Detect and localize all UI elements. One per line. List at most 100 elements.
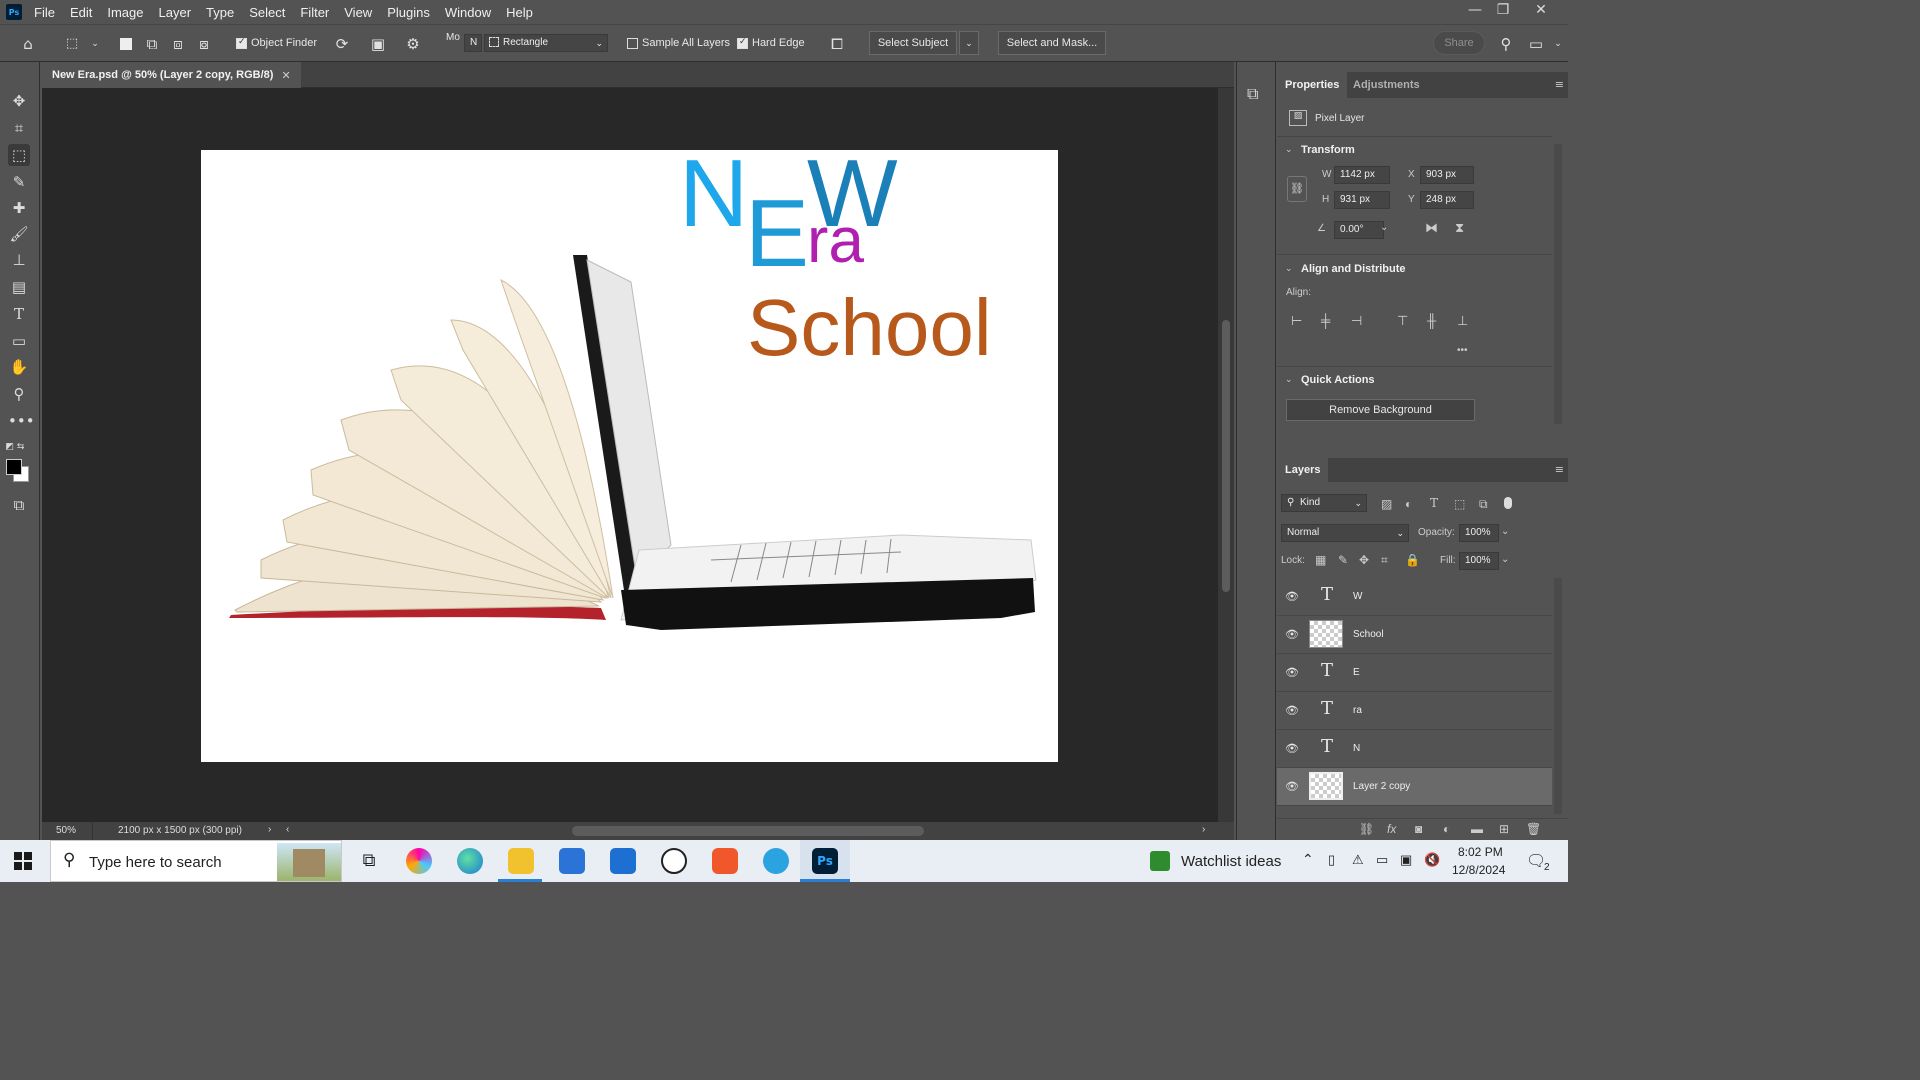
layer-row[interactable]: 👁 T ra — [1277, 692, 1552, 730]
type-tool-icon[interactable]: T — [8, 303, 30, 325]
y-field[interactable]: 248 px — [1420, 191, 1474, 209]
tab-properties[interactable]: Properties — [1277, 72, 1348, 98]
height-field[interactable]: 931 px — [1334, 191, 1390, 209]
move-tool-icon[interactable]: ✥ — [8, 90, 30, 112]
restore-button[interactable]: ❐ — [1488, 2, 1518, 22]
file-explorer-icon[interactable] — [508, 848, 534, 874]
visibility-eye-icon[interactable]: 👁 — [1285, 704, 1299, 718]
transform-header[interactable]: Transform — [1301, 144, 1355, 156]
layer-row[interactable]: 👁 T E — [1277, 654, 1552, 692]
sample-all-layers-checkbox[interactable] — [627, 38, 638, 49]
brave-icon[interactable] — [712, 848, 738, 874]
layer-row[interactable]: 👁 T N — [1277, 730, 1552, 768]
panel-menu-icon[interactable]: ≡ — [1555, 463, 1564, 476]
remove-background-button[interactable]: Remove Background — [1286, 399, 1475, 421]
menu-layer[interactable]: Layer — [159, 5, 192, 20]
filter-adjustment-icon[interactable]: ◐ — [1405, 497, 1412, 511]
network-icon[interactable]: ▣ — [1400, 852, 1412, 868]
microsoft-store-icon[interactable] — [559, 848, 585, 874]
panel-menu-icon[interactable]: ≡ — [1555, 78, 1564, 91]
blend-mode-dropdown[interactable]: Normal ⌄ — [1281, 524, 1409, 542]
intersect-selection-icon[interactable]: ⧇ — [194, 34, 214, 54]
flip-vertical-icon[interactable]: ⧗ — [1455, 220, 1464, 236]
lock-position-icon[interactable]: ✥ — [1359, 553, 1369, 567]
adjustment-layer-icon[interactable]: ◐ — [1443, 822, 1450, 836]
select-subject-options-icon[interactable]: ⧠ — [827, 34, 847, 54]
filter-pixel-icon[interactable]: ▨ — [1381, 497, 1392, 511]
layer-row[interactable]: 👁 T W — [1277, 578, 1552, 616]
chevron-down-icon[interactable]: ⌄ — [1380, 222, 1388, 233]
link-layers-icon[interactable]: ⛓ — [1359, 822, 1374, 836]
align-vertical-center-icon[interactable]: ╫ — [1427, 313, 1436, 328]
menu-filter[interactable]: Filter — [300, 5, 329, 20]
home-icon[interactable]: ⌂ — [18, 34, 38, 54]
layer-row-selected[interactable]: 👁 Layer 2 copy — [1277, 768, 1552, 806]
lock-image-icon[interactable]: ✎ — [1338, 553, 1348, 567]
filter-type-icon[interactable]: T — [1430, 496, 1438, 510]
hand-tool-icon[interactable]: ✋ — [8, 356, 30, 378]
width-field[interactable]: 1142 px — [1334, 166, 1390, 184]
object-selection-tool-icon[interactable]: ⬚ — [8, 144, 30, 166]
scroll-left-icon[interactable]: ‹ — [286, 824, 289, 835]
more-options-icon[interactable]: ••• — [1457, 345, 1468, 356]
dell-icon[interactable] — [661, 848, 687, 874]
telegram-icon[interactable] — [763, 848, 789, 874]
chevron-down-icon[interactable]: ⌄ — [1548, 34, 1568, 54]
minimize-button[interactable]: — — [1460, 2, 1490, 22]
vertical-scrollbar[interactable] — [1218, 88, 1234, 822]
subtract-from-selection-icon[interactable]: ⧈ — [168, 34, 188, 54]
edge-icon[interactable] — [457, 848, 483, 874]
flip-horizontal-icon[interactable]: ⧓ — [1425, 220, 1438, 236]
filter-shape-icon[interactable]: ⬚ — [1454, 497, 1465, 511]
document-canvas[interactable]: N E W ra School — [201, 150, 1058, 762]
menu-help[interactable]: Help — [506, 5, 533, 20]
object-finder-checkbox[interactable] — [236, 37, 247, 49]
document-tab[interactable]: New Era.psd @ 50% (Layer 2 copy, RGB/8) … — [42, 62, 301, 88]
selection-shape-dropdown[interactable]: Rectangle ⌄ — [484, 34, 608, 52]
visibility-eye-icon[interactable]: 👁 — [1285, 628, 1299, 642]
chevron-down-icon[interactable]: ⌄ — [85, 34, 105, 54]
chevron-down-icon[interactable]: ⌄ — [1285, 145, 1293, 155]
watchlist-label[interactable]: Watchlist ideas — [1181, 853, 1281, 870]
menu-view[interactable]: View — [344, 5, 372, 20]
visibility-eye-icon[interactable]: 👁 — [1285, 742, 1299, 756]
angle-field[interactable]: 0.00° — [1334, 221, 1384, 239]
rectangle-tool-icon[interactable]: ▭ — [8, 330, 30, 352]
layer-row[interactable]: 👁 School — [1277, 616, 1552, 654]
opacity-field[interactable]: 100% — [1459, 524, 1499, 542]
menu-window[interactable]: Window — [445, 5, 491, 20]
screen-mode-icon[interactable]: ⧉ — [8, 494, 30, 516]
filter-smart-object-icon[interactable]: ⧉ — [1479, 497, 1488, 512]
scroll-right-icon[interactable]: › — [1202, 824, 1205, 835]
chevron-up-icon[interactable]: ⌃ — [1302, 851, 1314, 868]
tab-adjustments[interactable]: Adjustments — [1345, 72, 1428, 98]
healing-brush-tool-icon[interactable]: ✚ — [8, 197, 30, 219]
menu-plugins[interactable]: Plugins — [387, 5, 430, 20]
foreground-color-swatch[interactable] — [6, 459, 22, 475]
properties-scrollbar[interactable] — [1554, 144, 1562, 424]
task-view-icon[interactable]: ⧉ — [356, 848, 382, 874]
history-panel-icon[interactable]: ⧉ — [1247, 84, 1258, 104]
clock-time[interactable]: 8:02 PM — [1458, 845, 1503, 859]
select-subject-dropdown[interactable]: ⌄ — [959, 31, 979, 55]
device-icon[interactable]: ▯ — [1328, 852, 1335, 868]
menu-edit[interactable]: Edit — [70, 5, 92, 20]
align-top-icon[interactable]: ⊤ — [1397, 313, 1408, 329]
visibility-eye-icon[interactable]: 👁 — [1285, 666, 1299, 680]
eyedropper-tool-icon[interactable]: ✎ — [8, 171, 30, 193]
object-selection-tool-preset-icon[interactable]: ⬚ — [62, 34, 82, 54]
default-colors-icon[interactable]: ◩ ⇆ — [4, 436, 26, 458]
copilot-icon[interactable] — [406, 848, 432, 874]
crop-tool-icon[interactable]: ⌗ — [8, 117, 30, 139]
horizontal-scroll-thumb[interactable] — [572, 826, 924, 836]
select-and-mask-button[interactable]: Select and Mask... — [998, 31, 1106, 55]
brush-tool-icon[interactable]: 🖌 — [8, 223, 30, 245]
chevron-down-icon[interactable]: ⌄ — [1285, 264, 1293, 274]
x-field[interactable]: 903 px — [1420, 166, 1474, 184]
align-distribute-header[interactable]: Align and Distribute — [1301, 263, 1406, 275]
link-icon[interactable]: ⛓ — [1287, 176, 1307, 202]
clock-date[interactable]: 12/8/2024 — [1452, 863, 1505, 877]
watchlist-icon[interactable] — [1150, 851, 1170, 871]
mail-icon[interactable] — [610, 848, 636, 874]
new-layer-icon[interactable]: ⊞ — [1499, 822, 1509, 836]
